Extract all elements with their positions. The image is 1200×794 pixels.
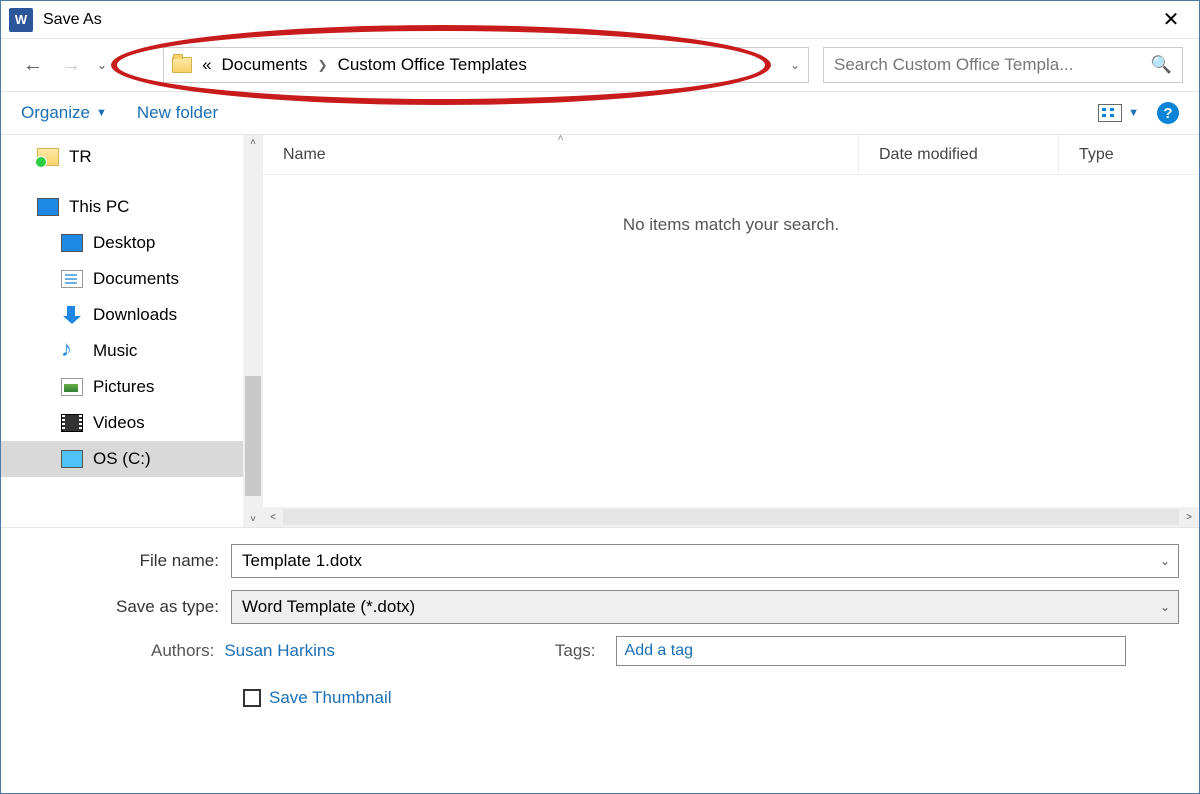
sidebar-label: Downloads	[93, 305, 177, 325]
help-button[interactable]: ?	[1157, 102, 1179, 124]
scroll-track[interactable]	[283, 509, 1179, 525]
sidebar-item-videos[interactable]: Videos	[1, 405, 243, 441]
sidebar-label: Pictures	[93, 377, 154, 397]
organize-label: Organize	[21, 103, 90, 123]
monitor-icon	[37, 198, 59, 216]
desktop-icon	[61, 234, 83, 252]
horizontal-scrollbar[interactable]: ˂ ˃	[263, 507, 1199, 527]
filename-value: Template 1.dotx	[242, 551, 362, 571]
sidebar-item-music[interactable]: Music	[1, 333, 243, 369]
save-thumbnail-label[interactable]: Save Thumbnail	[269, 688, 392, 708]
column-headers: Name ˄ Date modified Type	[263, 135, 1199, 175]
sidebar-item-pictures[interactable]: Pictures	[1, 369, 243, 405]
empty-message: No items match your search.	[263, 215, 1199, 235]
authors-label: Authors:	[151, 641, 214, 661]
authors-value[interactable]: Susan Harkins	[224, 641, 335, 661]
filename-input[interactable]: Template 1.dotx ⌄	[231, 544, 1179, 578]
search-input[interactable]: Search Custom Office Templa... 🔍	[823, 47, 1183, 83]
sidebar-label: Desktop	[93, 233, 155, 253]
forward-button[interactable]: →	[55, 49, 87, 81]
window-title: Save As	[43, 11, 1151, 29]
column-type[interactable]: Type	[1059, 135, 1199, 174]
filename-label: File name:	[21, 551, 231, 571]
close-button[interactable]: ✕	[1151, 5, 1191, 35]
scroll-up-icon[interactable]: ˄	[250, 137, 256, 148]
sidebar-label: Videos	[93, 413, 145, 433]
save-form: File name: Template 1.dotx ⌄ Save as typ…	[1, 527, 1199, 718]
address-bar[interactable]: « Documents ❯ Custom Office Templates ⌄	[163, 47, 809, 83]
sidebar: TR This PC Desktop Documents Downlo	[1, 135, 263, 527]
address-dropdown[interactable]: ⌄	[790, 58, 800, 72]
search-placeholder: Search Custom Office Templa...	[834, 55, 1073, 75]
chevron-down-icon[interactable]: ⌄	[1160, 600, 1170, 614]
file-list-area: Name ˄ Date modified Type No items match…	[263, 135, 1199, 527]
chevron-right-icon: ❯	[318, 58, 328, 72]
scroll-left-icon[interactable]: ˂	[263, 512, 283, 523]
chevron-down-icon[interactable]: ⌄	[1160, 554, 1170, 568]
search-icon[interactable]: 🔍	[1151, 55, 1172, 75]
pictures-icon	[61, 378, 83, 396]
sort-ascending-icon: ˄	[558, 135, 564, 144]
music-icon	[61, 342, 83, 360]
sidebar-item-os-c[interactable]: OS (C:)	[1, 441, 243, 477]
sidebar-item-tr[interactable]: TR	[1, 139, 243, 175]
view-button[interactable]: ▼	[1098, 104, 1139, 122]
sidebar-item-downloads[interactable]: Downloads	[1, 297, 243, 333]
tags-input[interactable]: Add a tag	[616, 636, 1126, 666]
word-icon: W	[9, 8, 33, 32]
back-button[interactable]: ←	[17, 49, 49, 81]
breadcrumb: « Documents ❯ Custom Office Templates	[202, 55, 527, 75]
breadcrumb-documents[interactable]: Documents	[222, 55, 308, 75]
column-label: Name	[283, 146, 326, 164]
savetype-select[interactable]: Word Template (*.dotx) ⌄	[231, 590, 1179, 624]
sidebar-item-this-pc[interactable]: This PC	[1, 189, 243, 225]
view-icon	[1098, 104, 1122, 122]
chevron-down-icon: ▼	[96, 107, 107, 119]
breadcrumb-overflow[interactable]: «	[202, 55, 211, 75]
nav-row: ← → ⌄ ↑ « Documents ❯ Custom Office Temp…	[1, 39, 1199, 91]
drive-icon	[61, 450, 83, 468]
new-folder-button[interactable]: New folder	[137, 103, 218, 123]
savetype-label: Save as type:	[21, 597, 231, 617]
folder-icon	[172, 57, 192, 73]
save-thumbnail-checkbox[interactable]	[243, 689, 261, 707]
organize-button[interactable]: Organize ▼	[21, 103, 107, 123]
sidebar-item-documents[interactable]: Documents	[1, 261, 243, 297]
video-icon	[61, 414, 83, 432]
sidebar-label: OS (C:)	[93, 449, 151, 469]
sidebar-label: TR	[69, 147, 92, 167]
breadcrumb-custom-templates[interactable]: Custom Office Templates	[338, 55, 527, 75]
sidebar-label: Music	[93, 341, 137, 361]
document-icon	[61, 270, 83, 288]
tags-label: Tags:	[555, 641, 596, 661]
column-name[interactable]: Name ˄	[263, 135, 859, 174]
download-icon	[61, 306, 83, 324]
savetype-value: Word Template (*.dotx)	[242, 597, 415, 617]
scroll-right-icon[interactable]: ˃	[1179, 512, 1199, 523]
chevron-down-icon: ▼	[1128, 107, 1139, 119]
sidebar-item-desktop[interactable]: Desktop	[1, 225, 243, 261]
tags-placeholder: Add a tag	[625, 642, 694, 660]
scroll-down-icon[interactable]: ˅	[250, 514, 256, 525]
titlebar: W Save As ✕	[1, 1, 1199, 39]
scroll-thumb[interactable]	[245, 376, 261, 496]
column-date[interactable]: Date modified	[859, 135, 1059, 174]
folder-sync-icon	[37, 148, 59, 166]
save-as-dialog: W Save As ✕ ← → ⌄ ↑ « Documents ❯ Custom…	[0, 0, 1200, 794]
toolbar: Organize ▼ New folder ▼ ?	[1, 91, 1199, 135]
main-area: TR This PC Desktop Documents Downlo	[1, 135, 1199, 527]
sidebar-scrollbar[interactable]: ˄ ˅	[243, 135, 263, 527]
sidebar-label: This PC	[69, 197, 129, 217]
sidebar-label: Documents	[93, 269, 179, 289]
history-dropdown[interactable]: ⌄	[93, 58, 111, 72]
